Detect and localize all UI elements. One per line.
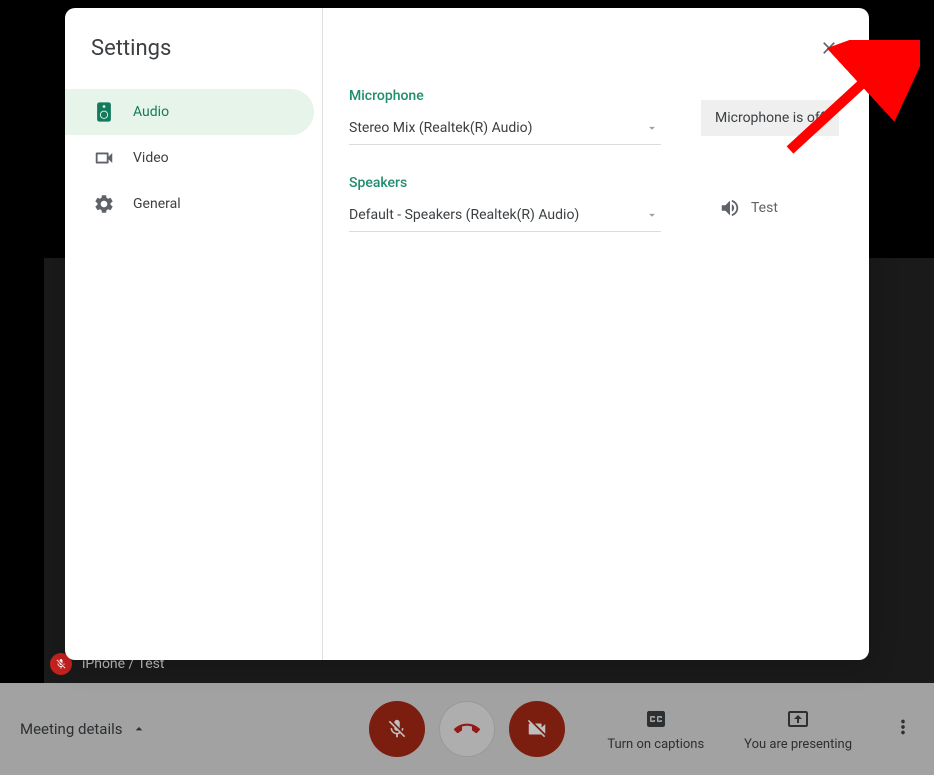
- microphone-status: Microphone is off: [701, 100, 839, 136]
- chevron-up-icon: [131, 721, 147, 737]
- captions-icon: [644, 707, 668, 731]
- present-label: You are presenting: [744, 737, 852, 752]
- sidebar-item-label: Audio: [133, 104, 169, 120]
- dropdown-icon: [645, 121, 659, 135]
- sidebar-item-general[interactable]: General: [65, 181, 314, 227]
- microphone-row: Microphone Stereo Mix (Realtek(R) Audio)…: [349, 88, 843, 145]
- speakers-row: Speakers Default - Speakers (Realtek(R) …: [349, 175, 843, 232]
- close-button[interactable]: [811, 30, 847, 66]
- present-button[interactable]: You are presenting: [744, 707, 852, 752]
- sidebar-item-video[interactable]: Video: [65, 135, 314, 181]
- meeting-details-button[interactable]: Meeting details: [20, 720, 147, 738]
- close-icon: [819, 38, 839, 58]
- sidebar-item-label: General: [133, 196, 181, 212]
- settings-sidebar: Settings Audio Video General: [65, 8, 323, 660]
- captions-button[interactable]: Turn on captions: [607, 707, 704, 752]
- bottom-bar: Meeting details Turn on captions You are…: [0, 683, 934, 775]
- settings-main: Microphone Stereo Mix (Realtek(R) Audio)…: [323, 8, 869, 660]
- present-icon: [786, 707, 810, 731]
- gear-icon: [93, 193, 115, 215]
- mic-off-icon: [386, 718, 408, 740]
- speakers-select[interactable]: Default - Speakers (Realtek(R) Audio): [349, 201, 661, 232]
- speaker-icon: [93, 101, 115, 123]
- test-label: Test: [751, 200, 778, 216]
- captions-label: Turn on captions: [607, 737, 704, 752]
- camera-off-button[interactable]: [509, 701, 565, 757]
- sidebar-item-audio[interactable]: Audio: [65, 89, 314, 135]
- microphone-label: Microphone: [349, 88, 661, 104]
- sound-icon: [719, 197, 741, 219]
- camera-off-icon: [526, 718, 548, 740]
- mute-mic-button[interactable]: [369, 701, 425, 757]
- video-icon: [93, 147, 115, 169]
- meeting-details-label: Meeting details: [20, 720, 123, 738]
- hangup-button[interactable]: [439, 701, 495, 757]
- microphone-select[interactable]: Stereo Mix (Realtek(R) Audio): [349, 114, 661, 145]
- speakers-label: Speakers: [349, 175, 661, 191]
- test-speakers-button[interactable]: Test: [719, 197, 778, 219]
- right-controls: Turn on captions You are presenting: [607, 707, 914, 752]
- sidebar-list: Audio Video General: [65, 89, 322, 227]
- sidebar-item-label: Video: [133, 150, 169, 166]
- more-vert-icon: [892, 716, 914, 738]
- phone-hangup-icon: [454, 716, 480, 742]
- speakers-value: Default - Speakers (Realtek(R) Audio): [349, 207, 579, 223]
- settings-title: Settings: [65, 36, 322, 89]
- more-options-button[interactable]: [892, 716, 914, 742]
- call-controls: [369, 701, 565, 757]
- settings-modal: Settings Audio Video General Microphone: [65, 8, 869, 660]
- dropdown-icon: [645, 208, 659, 222]
- microphone-value: Stereo Mix (Realtek(R) Audio): [349, 120, 533, 136]
